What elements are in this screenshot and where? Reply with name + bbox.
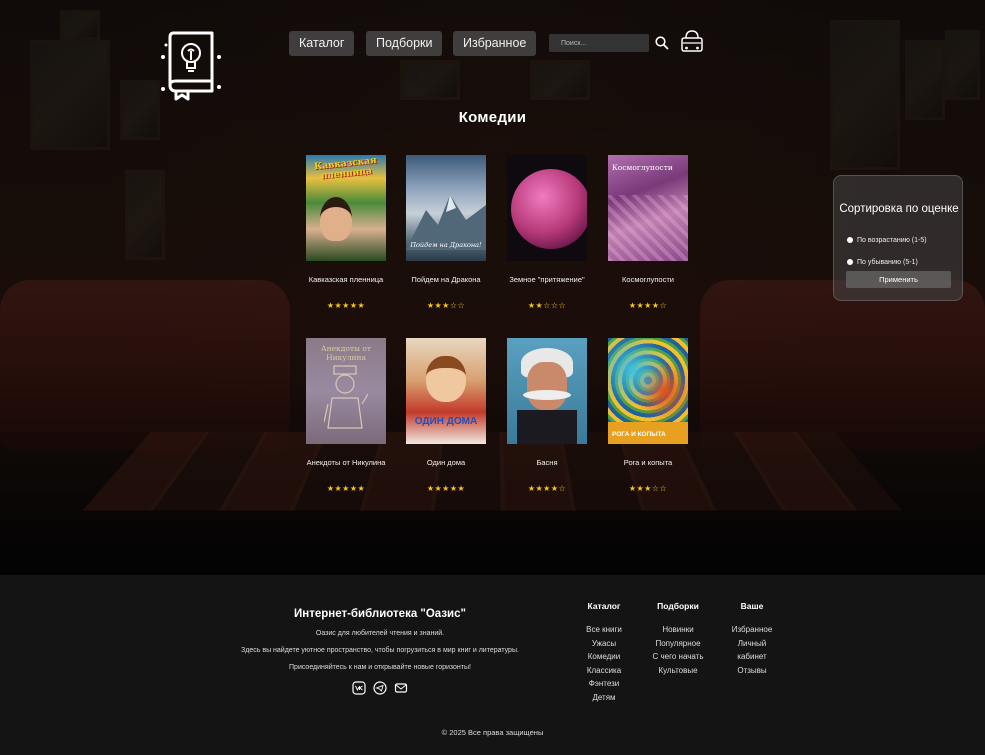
footer-column-yours: Ваше Избранное Личный кабинет Отзывы: [722, 601, 782, 677]
book-cover[interactable]: РОГА И КОПЫТА: [608, 338, 688, 444]
book-card[interactable]: Пойдем на Дракона! Пойдем на Дракона ★★★…: [401, 155, 491, 311]
radio-icon[interactable]: [847, 237, 853, 244]
footer-link[interactable]: Фэнтези: [576, 677, 632, 691]
book-card[interactable]: Анекдоты от Никулина Анекдоты от Никулин…: [301, 338, 391, 494]
rating-stars: ★★★★★: [326, 301, 366, 310]
sort-option-ascending[interactable]: По возрастанию (1-5): [847, 237, 927, 244]
sort-panel: Сортировка по оценке По возрастанию (1-5…: [833, 175, 963, 301]
nav-collections[interactable]: Подборки: [366, 31, 443, 56]
book-title: Басня: [536, 458, 558, 467]
footer-link[interactable]: Ужасы: [576, 637, 632, 651]
footer-column-head: Подборки: [657, 601, 699, 611]
book-card[interactable]: РОГА И КОПЫТА Рога и копыта ★★★☆☆: [603, 338, 693, 494]
book-card[interactable]: ОДИН ДОМА Один дома ★★★★★: [401, 338, 491, 494]
search-icon[interactable]: [655, 36, 669, 50]
radio-icon[interactable]: [847, 259, 853, 266]
footer-link[interactable]: Культовые: [642, 664, 714, 678]
mail-icon[interactable]: [394, 681, 408, 695]
footer-column-head: Ваше: [740, 601, 764, 611]
footer-column-catalog: Каталог Все книги Ужасы Комедии Классика…: [576, 601, 632, 704]
search-input[interactable]: [549, 34, 649, 52]
book-title: Анекдоты от Никулина: [306, 458, 386, 467]
footer-text: Присоединяйтесь к нам и открывайте новые…: [289, 664, 471, 671]
rating-stars: ★★★★★: [326, 484, 366, 493]
footer-link[interactable]: Все книги: [576, 623, 632, 637]
footer-title: Интернет-библиотека "Оазис": [294, 608, 466, 620]
book-title: Рога и копыта: [623, 458, 673, 467]
rating-stars: ★★★★☆: [628, 301, 668, 310]
rating-stars: ★★★☆☆: [628, 484, 668, 493]
footer-link[interactable]: Комедии: [576, 650, 632, 664]
book-cover[interactable]: Пойдем на Дракона!: [406, 155, 486, 261]
footer: Интернет-библиотека "Оазис" Оазис для лю…: [0, 575, 985, 755]
book-card[interactable]: Космоглупости Космоглупости ★★★★☆: [603, 155, 693, 311]
book-cover[interactable]: Анекдоты от Никулина: [306, 338, 386, 444]
footer-link[interactable]: Детям: [576, 691, 632, 705]
book-cover[interactable]: [507, 155, 587, 261]
book-card[interactable]: Земное "притяжение" ★★☆☆☆: [502, 155, 592, 311]
footer-link[interactable]: Отзывы: [722, 664, 782, 678]
copyright: © 2025 Все права защищены: [441, 728, 544, 737]
sort-option-descending[interactable]: По убыванию (5-1): [847, 259, 918, 266]
book-title: Пойдем на Дракона: [411, 275, 481, 284]
footer-link[interactable]: С чего начать: [642, 650, 714, 664]
book-cover[interactable]: [507, 338, 587, 444]
rating-stars: ★★★★☆: [527, 484, 567, 493]
book-title: Кавказская пленница: [308, 275, 384, 284]
library-logo[interactable]: [160, 27, 222, 103]
book-title: Космоглупости: [622, 275, 674, 284]
footer-link[interactable]: Новинки: [642, 623, 714, 637]
book-title: Земное "притяжение": [509, 275, 585, 284]
telegram-icon[interactable]: [373, 681, 387, 695]
footer-link[interactable]: Классика: [576, 664, 632, 678]
nav-catalog[interactable]: Каталог: [289, 31, 355, 56]
footer-column-head: Каталог: [587, 601, 621, 611]
footer-text: Оазис для любителей чтения и знаний.: [315, 630, 445, 637]
basket-icon[interactable]: [680, 29, 704, 53]
book-cover[interactable]: Космоглупости: [608, 155, 688, 261]
page-title: Комедии: [458, 109, 527, 126]
footer-link[interactable]: Личный кабинет: [722, 637, 782, 664]
book-card[interactable]: Кавказская пленница Кавказская пленница …: [301, 155, 391, 311]
apply-button[interactable]: Применить: [846, 271, 951, 288]
vk-icon[interactable]: [352, 681, 366, 695]
book-cover[interactable]: Кавказская пленница: [306, 155, 386, 261]
sort-title: Сортировка по оценке: [839, 203, 959, 215]
rating-stars: ★★☆☆☆: [527, 301, 567, 310]
book-card[interactable]: Басня ★★★★☆: [502, 338, 592, 494]
rating-stars: ★★★☆☆: [426, 301, 466, 310]
nav-favorites[interactable]: Избранное: [453, 31, 537, 56]
book-cover[interactable]: ОДИН ДОМА: [406, 338, 486, 444]
book-title: Один дома: [426, 458, 466, 467]
footer-link[interactable]: Популярное: [642, 637, 714, 651]
footer-text: Здесь вы найдете уютное пространство, чт…: [241, 647, 519, 654]
footer-link[interactable]: Избранное: [722, 623, 782, 637]
footer-column-collections: Подборки Новинки Популярное С чего начат…: [642, 601, 714, 677]
rating-stars: ★★★★★: [426, 484, 466, 493]
